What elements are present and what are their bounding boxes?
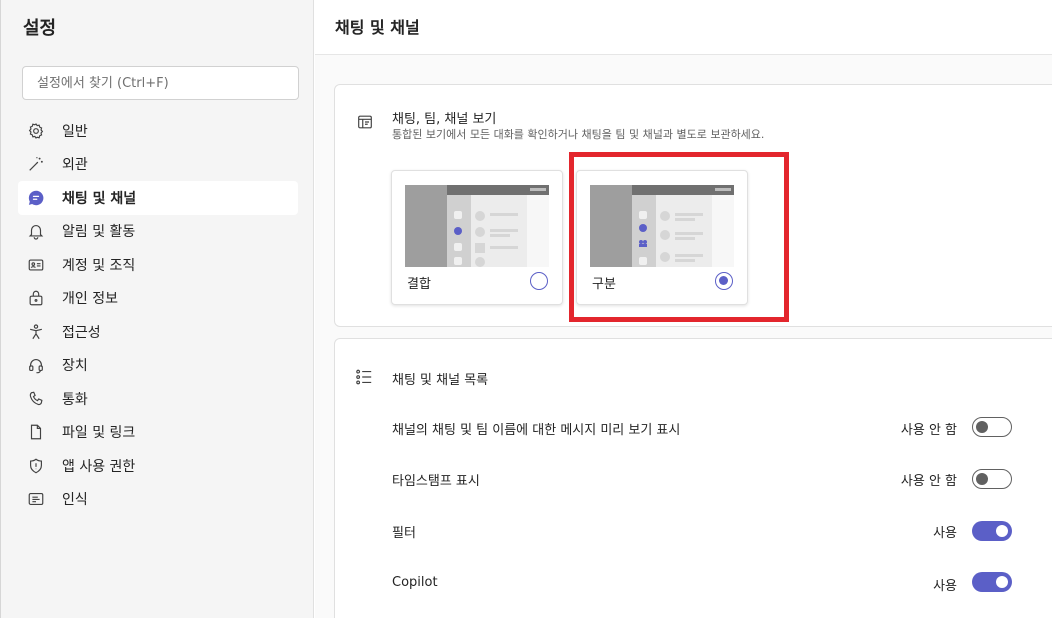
sidebar-item-calls[interactable]: 통화 (18, 382, 298, 416)
bell-icon (26, 221, 46, 241)
toggle-knob (996, 525, 1008, 537)
message-preview-setting-label: 채널의 채팅 및 팀 이름에 대한 메시지 미리 보기 표시 (392, 423, 681, 438)
sidebar-item-label: 인식 (62, 492, 88, 509)
sidebar-item-label: 일반 (62, 123, 88, 140)
filter-status: 사용 (933, 526, 957, 541)
sidebar-title: 설정 (23, 18, 57, 39)
sidebar-item-chats-channels[interactable]: 채팅 및 채널 (18, 181, 298, 215)
id-card-icon (26, 255, 46, 275)
list-section-title: 채팅 및 채널 목록 (392, 373, 489, 388)
list-icon (355, 368, 373, 390)
sidebar-item-privacy[interactable]: 개인 정보 (18, 282, 298, 316)
message-preview-status: 사용 안 함 (900, 423, 957, 438)
sidebar-item-app-permissions[interactable]: 앱 사용 권한 (18, 449, 298, 483)
document-icon (26, 422, 46, 442)
phone-icon (26, 389, 46, 409)
sidebar-item-appearance[interactable]: 외관 (18, 148, 298, 182)
sidebar-item-label: 파일 및 링크 (62, 425, 136, 442)
view-option-separate[interactable]: 구분 (576, 170, 748, 305)
option-label: 결합 (407, 277, 431, 292)
timestamp-setting-label: 타임스탬프 표시 (392, 474, 480, 489)
sidebar-item-label: 앱 사용 권한 (62, 458, 136, 475)
sidebar-item-label: 채팅 및 채널 (62, 190, 137, 207)
combined-view-thumbnail (405, 185, 549, 267)
sidebar-item-accessibility[interactable]: 접근성 (18, 315, 298, 349)
sidebar-item-accounts[interactable]: 계정 및 조직 (18, 248, 298, 282)
message-preview-toggle[interactable] (972, 417, 1012, 437)
sidebar-item-label: 외관 (62, 157, 88, 174)
timestamp-status: 사용 안 함 (900, 474, 957, 489)
separate-view-thumbnail (590, 185, 734, 267)
headset-icon (26, 355, 46, 375)
sidebar-item-recognition[interactable]: 인식 (18, 483, 298, 517)
layout-icon (356, 113, 374, 135)
gear-icon (26, 121, 46, 141)
sidebar-item-label: 접근성 (62, 324, 101, 341)
copilot-status: 사용 (933, 579, 957, 594)
accessibility-icon (26, 322, 46, 342)
view-option-combined[interactable]: 결합 (391, 170, 563, 305)
magic-wand-icon (26, 154, 46, 174)
sidebar-item-label: 계정 및 조직 (62, 257, 136, 274)
filter-toggle[interactable] (972, 521, 1012, 541)
copilot-toggle[interactable] (972, 572, 1012, 592)
chat-icon (26, 188, 46, 208)
recognition-icon (26, 489, 46, 509)
sidebar-item-label: 알림 및 활동 (62, 224, 136, 241)
view-section-description: 통합된 보기에서 모든 대화를 확인하거나 채팅을 팀 및 채널과 별도로 보관… (392, 128, 765, 141)
sidebar-item-label: 장치 (62, 358, 88, 375)
lock-icon (26, 288, 46, 308)
radio-combined[interactable] (530, 272, 548, 290)
filter-setting-label: 필터 (392, 526, 416, 541)
sidebar-item-files-links[interactable]: 파일 및 링크 (18, 416, 298, 450)
option-label: 구분 (592, 277, 616, 292)
settings-search-input[interactable] (22, 66, 299, 100)
settings-sidebar: 설정 일반 외관 (0, 0, 314, 618)
copilot-setting-label: Copilot (392, 575, 438, 590)
toggle-knob (996, 576, 1008, 588)
sidebar-item-devices[interactable]: 장치 (18, 349, 298, 383)
settings-nav: 일반 외관 채팅 및 채널 알림 및 활동 계정 및 조직 개인 정보 접근성 … (18, 114, 298, 516)
timestamp-toggle[interactable] (972, 469, 1012, 489)
sidebar-item-label: 개인 정보 (62, 291, 118, 308)
sidebar-item-label: 통화 (62, 391, 88, 408)
sidebar-item-notifications[interactable]: 알림 및 활동 (18, 215, 298, 249)
view-section-title: 채팅, 팀, 채널 보기 (392, 112, 497, 127)
toggle-knob (976, 473, 988, 485)
sidebar-item-general[interactable]: 일반 (18, 114, 298, 148)
page-title: 채팅 및 채널 (335, 18, 420, 37)
toggle-knob (976, 421, 988, 433)
radio-separate[interactable] (715, 272, 733, 290)
shield-icon (26, 456, 46, 476)
